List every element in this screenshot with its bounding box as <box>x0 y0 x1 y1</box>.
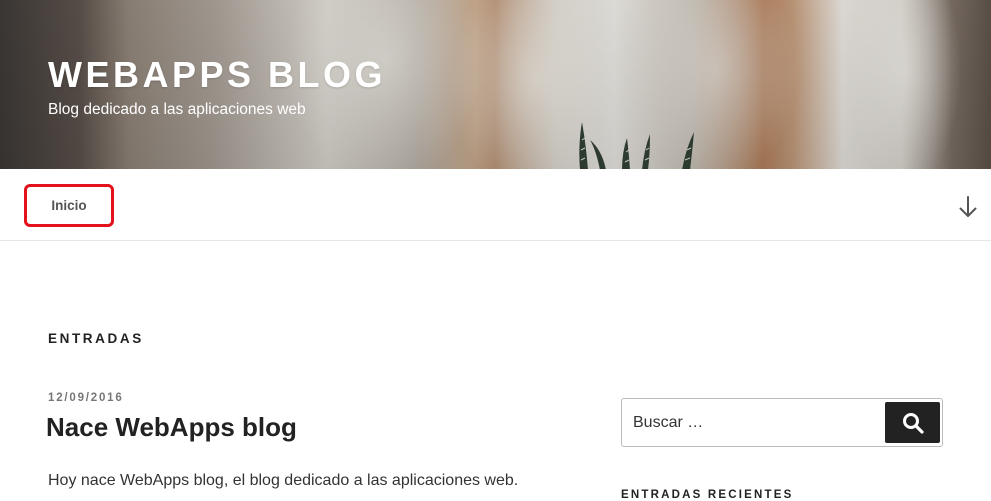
post-excerpt: Hoy nace WebApps blog, el blog dedicado … <box>48 472 519 489</box>
search-input[interactable] <box>622 399 884 446</box>
post-title[interactable]: Nace WebApps blog <box>46 412 297 443</box>
site-header: WEBAPPS BLOG Blog dedicado a las aplicac… <box>0 0 991 169</box>
main-navigation: Inicio <box>0 169 991 241</box>
post-date[interactable]: 12/09/2016 <box>48 392 124 404</box>
nav-item-inicio[interactable]: Inicio <box>24 184 114 227</box>
plant-image <box>579 122 694 169</box>
search-icon <box>902 412 924 434</box>
recent-posts-title: ENTRADAS RECIENTES <box>621 489 794 501</box>
site-title[interactable]: WEBAPPS BLOG <box>48 54 386 96</box>
search-form <box>621 398 943 447</box>
section-title: ENTRADAS <box>48 331 144 346</box>
search-button[interactable] <box>885 402 940 443</box>
site-description: Blog dedicado a las aplicaciones web <box>48 101 306 118</box>
arrow-down-icon[interactable] <box>957 195 979 219</box>
